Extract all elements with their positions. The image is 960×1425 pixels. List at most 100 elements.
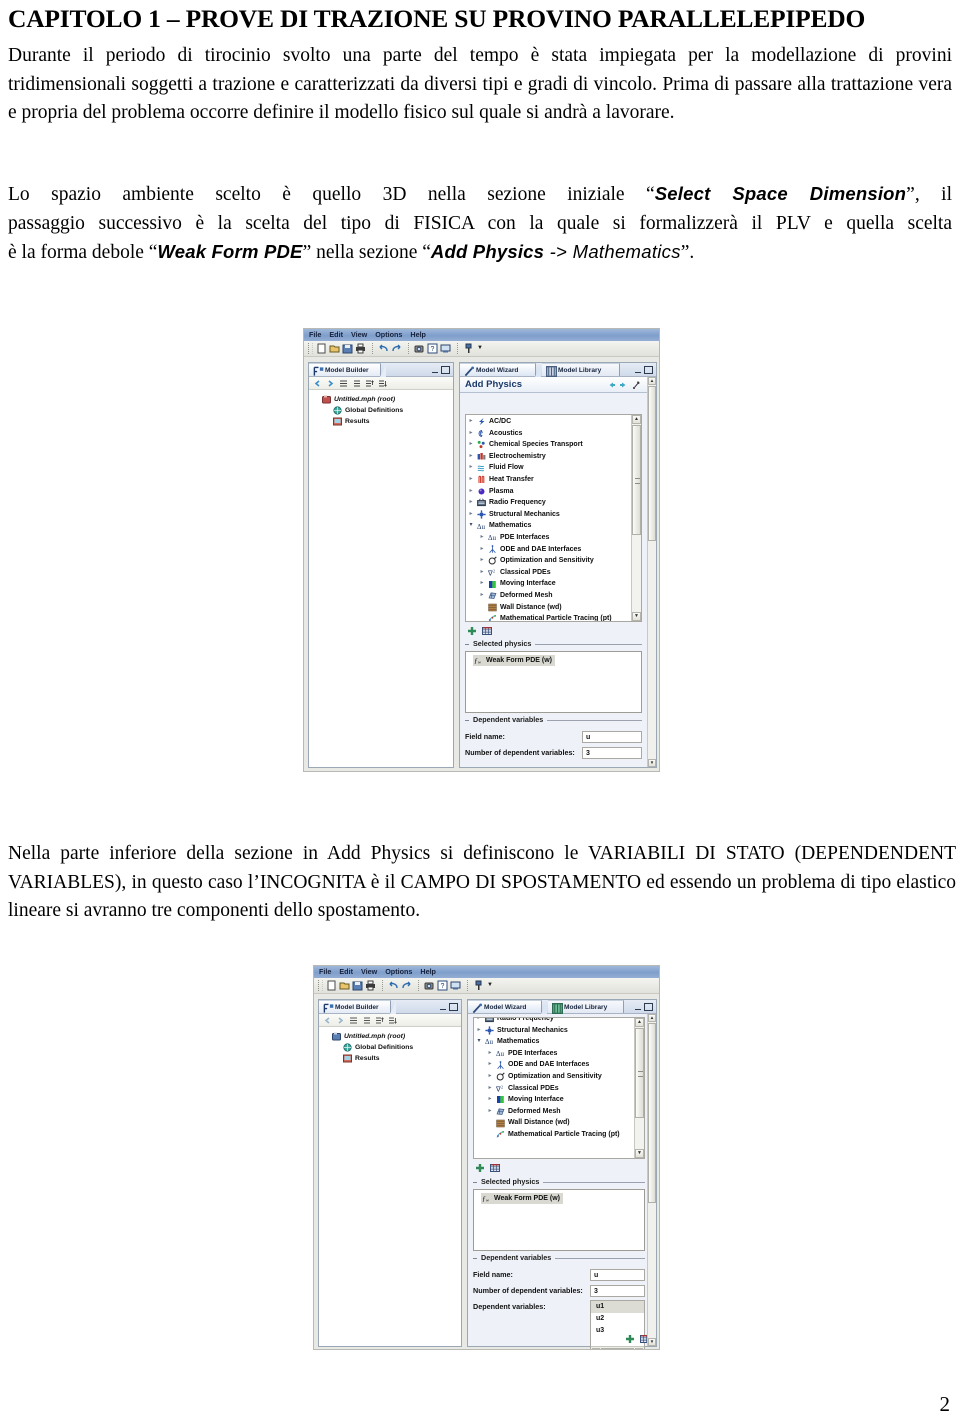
chevron-right-icon[interactable]: ▸ — [476, 1018, 482, 1025]
forward-arrow-icon[interactable] — [326, 379, 335, 388]
physics-tree-item[interactable]: ▸ Acoustics — [466, 428, 641, 440]
new-file-icon[interactable] — [326, 980, 337, 991]
selected-physics-listbox[interactable]: ƒw Weak Form PDE (w) — [473, 1189, 645, 1251]
maximize-icon[interactable] — [644, 366, 653, 374]
collapse-icon[interactable] — [339, 379, 348, 388]
scroll-thumb[interactable] — [601, 1347, 634, 1349]
expand-icon[interactable] — [352, 379, 361, 388]
dropdown-caret-icon[interactable]: ▼ — [477, 343, 483, 354]
physics-tree-item[interactable]: Mathematical Particle Tracing (pt) — [474, 1129, 644, 1141]
menu-help[interactable]: Help — [410, 329, 426, 341]
chevron-right-icon[interactable]: ▸ — [487, 1071, 493, 1083]
physics-tree-item[interactable]: ▸ Plasma — [466, 486, 641, 498]
chevron-right-icon[interactable]: ▸ — [479, 532, 485, 544]
camera-icon[interactable] — [414, 343, 425, 354]
scroll-down-icon[interactable]: ▼ — [648, 759, 656, 767]
forward-arrow-icon[interactable] — [619, 380, 629, 390]
scroll-up-icon[interactable]: ▲ — [648, 377, 656, 385]
tab-model-library[interactable]: Model Library — [542, 363, 620, 377]
chevron-down-icon[interactable]: ▾ — [476, 1036, 482, 1048]
physics-tree-item[interactable]: ▸ Chemical Species Transport — [466, 439, 641, 451]
desktop-icon[interactable] — [440, 343, 451, 354]
chevron-right-icon[interactable]: ▸ — [468, 428, 474, 440]
camera-icon[interactable] — [424, 980, 435, 991]
chevron-down-icon[interactable]: ▾ — [468, 520, 474, 532]
physics-tree-item[interactable]: ▸ ∇ 2 Classical PDEs — [474, 1083, 644, 1095]
remove-table-icon[interactable] — [490, 1163, 500, 1173]
physics-tree-item[interactable]: ▸ Δu PDE Interfaces — [474, 1048, 644, 1060]
dropdown-caret-icon[interactable]: ▼ — [487, 980, 493, 991]
physics-tree-item[interactable]: ▾ Δu Mathematics — [466, 520, 641, 532]
dependent-count-input[interactable]: 3 — [582, 746, 642, 759]
physics-tree-item[interactable]: ▸ Radio Frequency — [466, 497, 641, 509]
tab-model-library[interactable]: Model Library — [548, 1000, 624, 1014]
dependent-count-input[interactable]: 3 — [590, 1284, 645, 1297]
maximize-icon[interactable] — [644, 1003, 653, 1011]
chevron-right-icon[interactable]: ▸ — [468, 416, 474, 428]
menu-edit[interactable]: Edit — [329, 329, 343, 341]
tab-model-builder[interactable]: Model Builder — [319, 1000, 396, 1014]
print-icon[interactable] — [365, 980, 376, 991]
physics-tree-item[interactable]: ▸ Deformed Mesh — [466, 590, 641, 602]
menu-view[interactable]: View — [361, 966, 377, 978]
physics-tree-item[interactable]: ▸ ∇ 2 Classical PDEs — [466, 567, 641, 579]
new-file-icon[interactable] — [316, 343, 327, 354]
print-icon[interactable] — [355, 343, 366, 354]
physics-tree-item[interactable]: ▸ Optimization and Sensitivity — [466, 555, 641, 567]
add-plus-icon[interactable] — [475, 1163, 485, 1173]
menu-file[interactable]: File — [309, 329, 321, 341]
back-arrow-icon[interactable] — [606, 380, 616, 390]
back-arrow-icon[interactable] — [323, 1016, 332, 1025]
physics-tree-item[interactable]: ▸ Radio Frequency — [474, 1018, 644, 1025]
back-arrow-icon[interactable] — [313, 379, 322, 388]
chevron-right-icon[interactable]: ▸ — [479, 544, 485, 556]
chevron-right-icon[interactable]: ▸ — [468, 451, 474, 463]
move-up-icon[interactable] — [375, 1016, 384, 1025]
scroll-down-icon[interactable]: ▼ — [635, 1149, 644, 1158]
chevron-right-icon[interactable]: ▸ — [468, 497, 474, 509]
chevron-right-icon[interactable]: ▸ — [487, 1106, 493, 1118]
menu-edit[interactable]: Edit — [339, 966, 353, 978]
physics-tree-item[interactable]: ▸ ODE and DAE Interfaces — [474, 1059, 644, 1071]
physics-tree-item[interactable]: Wall Distance (wd) — [466, 602, 641, 614]
tab-model-wizard[interactable]: Model Wizard — [460, 363, 541, 377]
physics-tree-item[interactable]: ▸ Moving Interface — [474, 1094, 644, 1106]
undo-icon[interactable] — [388, 980, 399, 991]
open-folder-icon[interactable] — [329, 343, 340, 354]
chevron-right-icon[interactable]: ▸ — [468, 439, 474, 451]
physics-tree-item[interactable]: ▸ Structural Mechanics — [474, 1025, 644, 1037]
chevron-right-icon[interactable]: ▸ — [468, 474, 474, 486]
physics-tree-listbox[interactable]: ▸ Radio Frequency ▸ Structural Mechanics ▾ Δu… — [473, 1017, 645, 1159]
physics-tree-item[interactable]: ▸ Moving Interface — [466, 578, 641, 590]
tree-row[interactable]: Untitled.mph (root) — [319, 1031, 461, 1042]
add-plus-icon[interactable] — [625, 1334, 635, 1344]
physics-tree-scrollbar[interactable]: ▲ ▼ — [631, 415, 641, 621]
maximize-icon[interactable] — [441, 366, 450, 374]
scroll-down-icon[interactable]: ▼ — [648, 1338, 656, 1346]
help-icon[interactable]: ? — [427, 343, 438, 354]
chevron-right-icon[interactable]: ▸ — [468, 486, 474, 498]
physics-tree-item[interactable]: ▸ Electrochemistry — [466, 451, 641, 463]
tab-model-builder[interactable]: Model Builder — [309, 363, 386, 377]
minimize-icon[interactable] — [432, 367, 438, 373]
undo-icon[interactable] — [378, 343, 389, 354]
desktop-icon[interactable] — [450, 980, 461, 991]
scroll-thumb[interactable] — [635, 1028, 644, 1118]
chevron-right-icon[interactable]: ▸ — [468, 509, 474, 521]
build-icon[interactable] — [463, 343, 474, 354]
save-icon[interactable] — [342, 343, 353, 354]
chevron-right-icon[interactable]: ▸ — [487, 1048, 493, 1060]
tree-row[interactable]: Global Definitions — [319, 1042, 461, 1053]
maximize-icon[interactable] — [449, 1003, 458, 1011]
move-up-icon[interactable] — [365, 379, 374, 388]
physics-tree-item[interactable]: ▸ Fluid Flow — [466, 462, 641, 474]
selected-physics-listbox[interactable]: ƒw Weak Form PDE (w) — [465, 651, 642, 713]
wizard-pane-scrollbar[interactable]: ▲ ▼ — [647, 1014, 656, 1346]
list-item[interactable]: u2 — [591, 1313, 644, 1325]
physics-tree-item[interactable]: Wall Distance (wd) — [474, 1117, 644, 1129]
tab-model-wizard[interactable]: Model Wizard — [468, 1000, 547, 1014]
menu-options[interactable]: Options — [385, 966, 412, 978]
physics-tree-item[interactable]: ▸ Structural Mechanics — [466, 509, 641, 521]
physics-tree-item[interactable]: ▸ Deformed Mesh — [474, 1106, 644, 1118]
expand-icon[interactable] — [362, 1016, 371, 1025]
